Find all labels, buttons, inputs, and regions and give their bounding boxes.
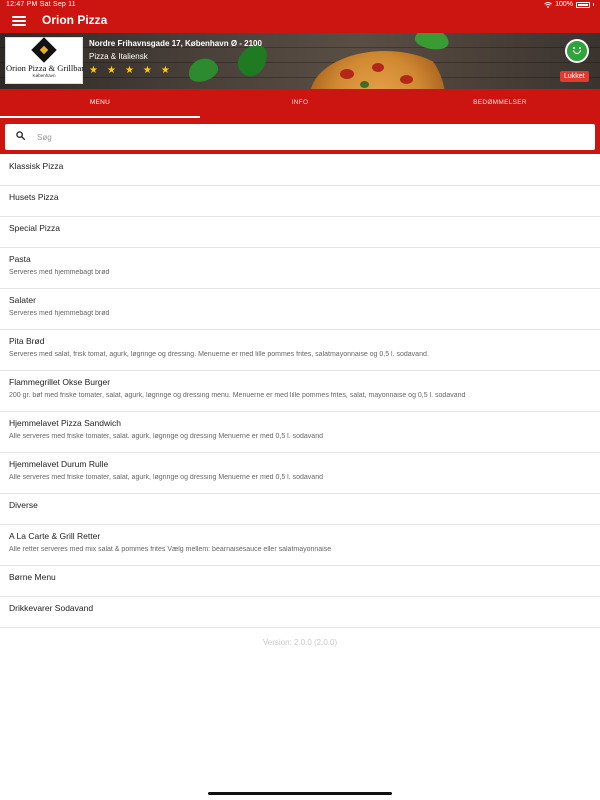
- restaurant-logo: Orion Pizza & Grillbar København: [5, 37, 85, 84]
- menu-category-title: A La Carte & Grill Retter: [9, 531, 101, 541]
- search-box[interactable]: [5, 124, 595, 150]
- hamburger-menu-icon[interactable]: [12, 14, 26, 28]
- menu-category-title: Hjemmelavet Pizza Sandwich: [9, 418, 121, 428]
- menu-category-title: Husets Pizza: [9, 192, 59, 202]
- menu-category-title: Diverse: [9, 500, 38, 510]
- battery-percent: 100%: [555, 1, 573, 8]
- menu-category-item[interactable]: Husets Pizza: [0, 186, 600, 217]
- tab-menu[interactable]: MENU: [0, 89, 200, 118]
- menu-category-title: Hjemmelavet Durum Rulle: [9, 459, 109, 469]
- status-indicators: 100%: [544, 1, 594, 8]
- menu-category-title: Salater: [9, 295, 36, 305]
- restaurant-address: Nordre Frihavnsgade 17, København Ø - 21…: [89, 39, 262, 48]
- menu-category-item[interactable]: Hjemmelavet Durum Rulle Alle serveres med…: [0, 453, 600, 494]
- home-indicator: [208, 792, 392, 795]
- menu-category-item[interactable]: Special Pizza: [0, 217, 600, 248]
- status-badge: Lukket: [560, 71, 589, 82]
- menu-category-item[interactable]: Pita Brød Serveres med salat, frisk tomat…: [0, 330, 600, 371]
- food-safety-smiley-icon[interactable]: [565, 39, 589, 63]
- menu-category-title: Klassisk Pizza: [9, 161, 64, 171]
- search-icon: [16, 131, 25, 140]
- menu-category-description: Serveres med salat, frisk tomat, agurk, …: [9, 351, 429, 358]
- menu-category-title: Special Pizza: [9, 223, 61, 233]
- menu-category-description: Serveres med hjemmebagt brød: [9, 269, 110, 276]
- flag-logo-icon: [31, 37, 57, 63]
- menu-category-description: Alle serveres med friske tomater, salat,…: [9, 474, 323, 481]
- star-icon: ★: [142, 65, 152, 76]
- menu-category-title: Pasta: [9, 254, 31, 264]
- app-title: Orion Pizza: [42, 13, 108, 27]
- search-input[interactable]: [37, 128, 577, 146]
- menu-category-item[interactable]: Hjemmelavet Pizza Sandwich Alle serveres …: [0, 412, 600, 453]
- rating-stars: ★ ★ ★ ★ ★: [89, 66, 170, 76]
- logo-city: København: [32, 73, 56, 78]
- menu-category-description: 200 gr. bøf med friske tomater, salat, a…: [9, 392, 466, 399]
- basil-leaf-decoration: [185, 54, 221, 86]
- basil-leaf-decoration: [413, 33, 451, 52]
- menu-category-list: Klassisk Pizza Husets Pizza Special Pizza P…: [0, 155, 600, 647]
- menu-category-item[interactable]: Drikkevarer Sodavand: [0, 597, 600, 628]
- menu-category-item[interactable]: Flammegrillet Okse Burger 200 gr. bøf med…: [0, 371, 600, 412]
- menu-category-title: Pita Brød: [9, 336, 45, 346]
- wifi-icon: [544, 1, 552, 8]
- star-icon: ★: [106, 65, 116, 76]
- restaurant-category: Pizza & Italiensk: [89, 52, 148, 61]
- star-icon: ★: [89, 65, 98, 76]
- menu-category-item[interactable]: Pasta Serveres med hjemmebagt brød: [0, 248, 600, 289]
- tab-reviews[interactable]: BEDØMMELSER: [400, 89, 600, 118]
- star-icon: ★: [124, 65, 134, 76]
- menu-category-description: Serveres med hjemmebagt brød: [9, 310, 110, 317]
- menu-category-item[interactable]: A La Carte & Grill Retter Alle retter ser…: [0, 525, 600, 566]
- restaurant-banner: Orion Pizza & Grillbar København Nordre …: [0, 33, 600, 89]
- battery-tip: [593, 3, 594, 6]
- pizza-image: [310, 51, 460, 89]
- menu-category-item[interactable]: Diverse: [0, 494, 600, 525]
- battery-icon: [576, 1, 590, 8]
- status-bar: 12:47 PM Sat Sep 11 100%: [0, 0, 600, 10]
- menu-category-description: Alle serveres med friske tomater, salat.…: [9, 433, 323, 440]
- menu-category-title: Flammegrillet Okse Burger: [9, 377, 111, 387]
- logo-name: Orion Pizza & Grillbar: [6, 63, 85, 73]
- app-version: Version: 2.0.0 (2.0.0): [262, 638, 338, 647]
- menu-category-item[interactable]: Børne Menu: [0, 566, 600, 597]
- app-bar: Orion Pizza: [0, 10, 600, 33]
- search-bar: [0, 118, 600, 154]
- status-time-date: 12:47 PM Sat Sep 11: [6, 1, 76, 8]
- menu-category-item[interactable]: Klassisk Pizza: [0, 155, 600, 186]
- star-icon: ★: [160, 65, 170, 76]
- menu-category-item[interactable]: Salater Serveres med hjemmebagt brød: [0, 289, 600, 330]
- menu-category-title: Børne Menu: [9, 572, 56, 582]
- menu-category-description: Alle retter serveres med mix salat & pom…: [9, 546, 332, 553]
- tab-bar: MENU INFO BEDØMMELSER: [0, 89, 600, 118]
- tab-info[interactable]: INFO: [200, 89, 400, 118]
- menu-category-title: Drikkevarer Sodavand: [9, 603, 94, 613]
